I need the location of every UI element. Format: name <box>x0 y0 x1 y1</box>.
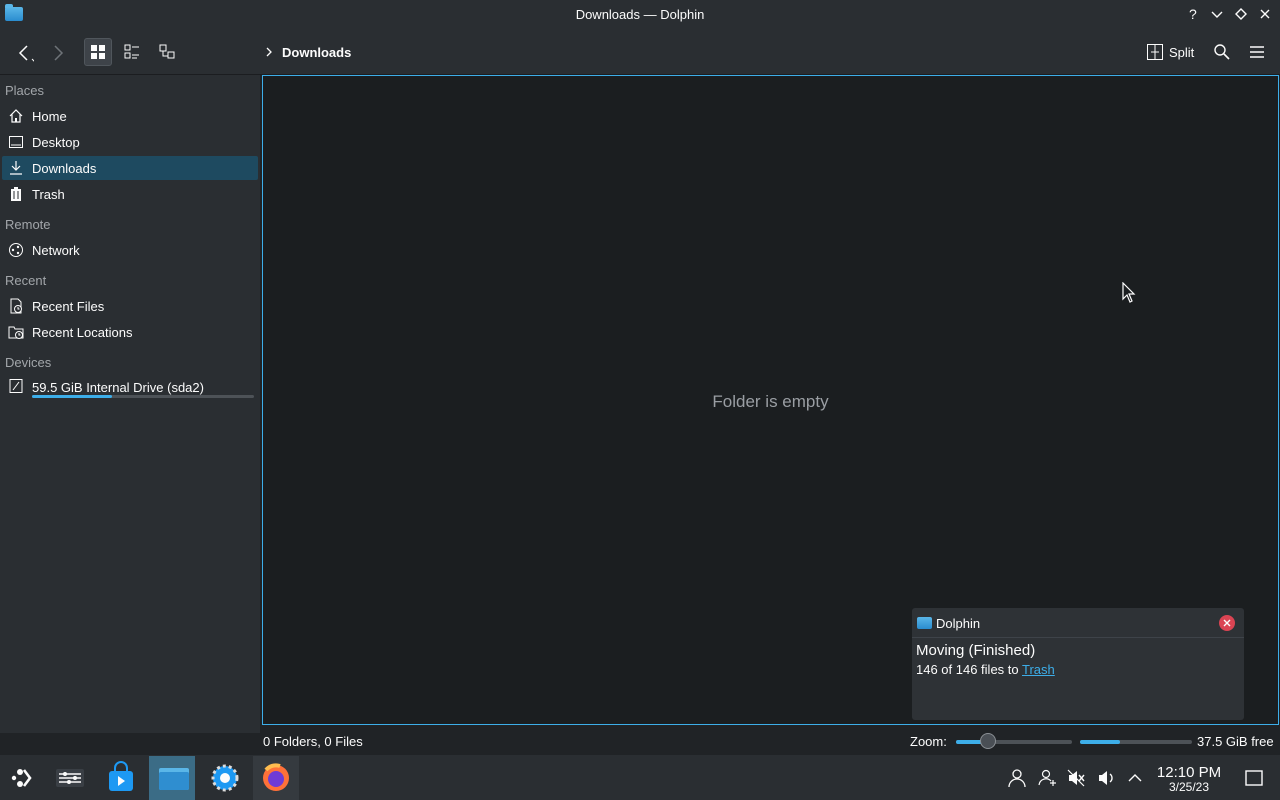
split-button[interactable]: Split <box>1142 38 1202 66</box>
details-view-button[interactable] <box>153 38 181 66</box>
free-space-fill <box>1080 740 1121 744</box>
sidebar-item-downloads[interactable]: Downloads <box>2 156 258 180</box>
notification-header: Dolphin <box>912 608 1244 638</box>
desktop-icon <box>9 136 23 148</box>
user-icon[interactable] <box>1007 768 1027 788</box>
breadcrumb-chevron-icon[interactable] <box>264 45 274 59</box>
sidebar-item-recent-files[interactable]: Recent Files <box>2 294 258 318</box>
help-icon[interactable]: ? <box>1184 5 1202 23</box>
zoom-slider[interactable] <box>956 740 1072 744</box>
close-icon[interactable] <box>1256 5 1274 23</box>
firefox-icon[interactable] <box>253 756 299 800</box>
folder-icon[interactable] <box>149 756 195 800</box>
taskbar: 12:10 PM 3/25/23 <box>0 755 1280 800</box>
notification-title: Moving (Finished) <box>916 642 1036 659</box>
svg-text:?: ? <box>1189 6 1197 22</box>
drive-icon <box>9 379 23 393</box>
store-icon[interactable] <box>98 756 144 800</box>
zoom-slider-handle[interactable] <box>980 733 996 749</box>
chevron-up-icon[interactable] <box>1125 768 1145 788</box>
drive-usage-fill <box>32 395 112 398</box>
free-space-label: 37.5 GiB free <box>1197 734 1274 749</box>
mixer-icon[interactable] <box>47 756 93 800</box>
icons-view-button[interactable] <box>84 38 112 66</box>
sidebar-item-network[interactable]: Network <box>2 238 258 262</box>
folder-summary: 0 Folders, 0 Files <box>263 734 363 749</box>
notification-body-text: 146 of 146 files to <box>916 662 1023 677</box>
network-icon <box>9 243 23 257</box>
show-desktop-icon[interactable] <box>1244 768 1264 788</box>
recent-heading: Recent <box>5 273 47 288</box>
drive-usage-bar <box>32 395 254 398</box>
recent-files-icon <box>10 298 22 314</box>
split-icon <box>1147 44 1163 60</box>
split-label: Split <box>1169 45 1195 60</box>
maximize-icon[interactable] <box>1232 5 1250 23</box>
settings-icon[interactable] <box>202 756 248 800</box>
clock-time[interactable]: 12:10 PM <box>1152 764 1226 781</box>
application-launcher-icon[interactable] <box>0 756 46 800</box>
notification-popup[interactable]: Dolphin Moving (Finished) 146 of 146 fil… <box>912 608 1244 720</box>
sidebar-item-trash[interactable]: Trash <box>2 182 258 206</box>
places-heading: Places <box>5 83 45 98</box>
user-switch-icon[interactable] <box>1037 768 1057 788</box>
notification-app-name: Dolphin <box>936 616 981 631</box>
folder-icon <box>917 617 932 629</box>
free-space-bar <box>1080 740 1192 744</box>
sidebar-item-desktop[interactable]: Desktop <box>2 130 258 154</box>
sidebar-item-home[interactable]: Home <box>2 104 258 128</box>
remote-heading: Remote <box>5 217 51 232</box>
hamburger-menu-button[interactable] <box>1243 38 1271 66</box>
trash-link[interactable]: Trash <box>1022 662 1055 677</box>
zoom-label: Zoom: <box>910 734 947 749</box>
home-icon <box>9 109 23 123</box>
status-bar: 0 Folders, 0 Files Zoom: 37.5 GiB free <box>0 733 1280 755</box>
clock-date[interactable]: 3/25/23 <box>1152 780 1226 794</box>
toolbar: Downloads Split <box>0 28 1280 75</box>
window-title: Downloads — Dolphin <box>575 7 705 22</box>
sidebar-item-recent-locations[interactable]: Recent Locations <box>2 320 258 344</box>
places-panel: Places Home Desktop Downloads Trash Remo… <box>0 75 260 733</box>
download-icon <box>10 161 22 175</box>
trash-icon <box>11 187 21 201</box>
title-bar: Downloads — Dolphin ? <box>0 0 1280 28</box>
volume-icon[interactable] <box>1096 768 1116 788</box>
back-button[interactable] <box>10 38 38 66</box>
breadcrumb[interactable]: Downloads <box>282 45 351 60</box>
compact-view-button[interactable] <box>118 38 146 66</box>
minimize-icon[interactable] <box>1208 5 1226 23</box>
notification-body: 146 of 146 files to Trash <box>916 662 1055 677</box>
notification-close-button[interactable] <box>1219 615 1235 631</box>
mouse-cursor-icon <box>1122 282 1136 303</box>
search-button[interactable] <box>1208 38 1236 66</box>
recent-locations-icon <box>8 326 24 339</box>
forward-button[interactable] <box>44 38 72 66</box>
mute-icon[interactable] <box>1066 768 1086 788</box>
devices-heading: Devices <box>5 355 52 370</box>
empty-folder-message: Folder is empty <box>712 392 829 411</box>
